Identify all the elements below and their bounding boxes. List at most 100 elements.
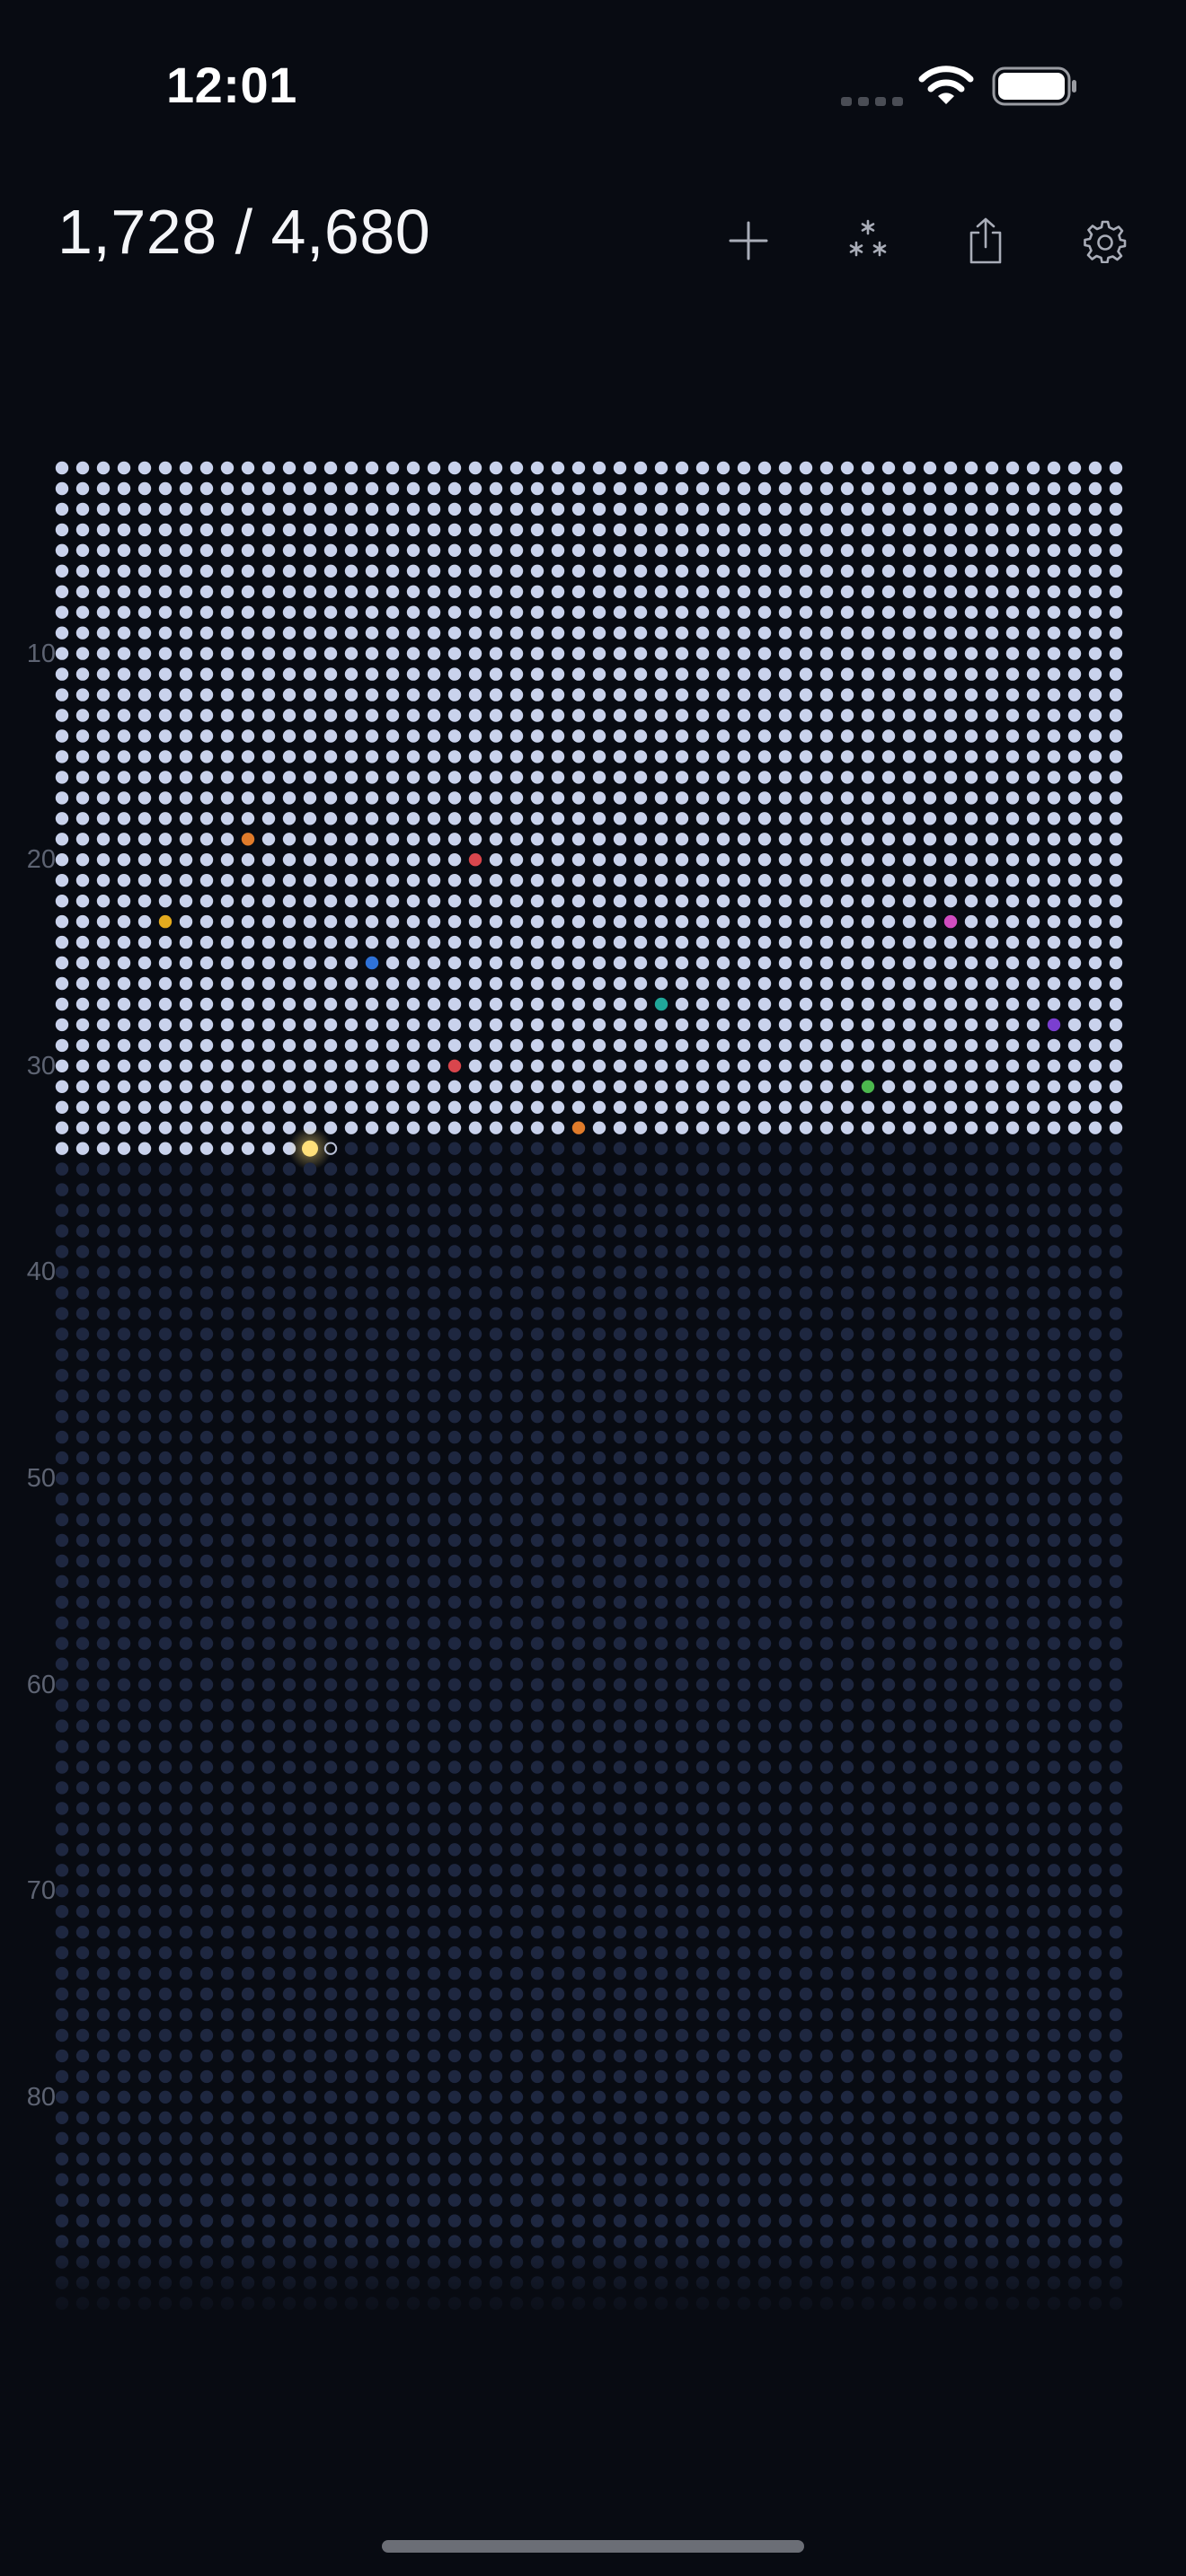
empty-dot[interactable]: [819, 1389, 834, 1403]
empty-dot[interactable]: [592, 1616, 606, 1630]
empty-dot[interactable]: [179, 1471, 193, 1486]
filled-dot[interactable]: [530, 564, 544, 578]
empty-dot[interactable]: [923, 2152, 937, 2166]
filled-dot[interactable]: [943, 1018, 958, 1032]
empty-dot[interactable]: [964, 2214, 978, 2228]
filled-dot[interactable]: [716, 771, 730, 784]
empty-dot[interactable]: [1109, 1719, 1123, 1733]
filled-dot[interactable]: [902, 481, 916, 496]
filled-dot[interactable]: [489, 833, 503, 846]
empty-dot[interactable]: [757, 1698, 772, 1712]
filled-dot[interactable]: [220, 976, 235, 991]
filled-dot[interactable]: [675, 997, 689, 1011]
empty-dot[interactable]: [1088, 1430, 1102, 1444]
empty-dot[interactable]: [861, 1183, 875, 1196]
filled-dot[interactable]: [117, 688, 131, 701]
empty-dot[interactable]: [571, 1760, 586, 1774]
empty-dot[interactable]: [55, 2049, 69, 2063]
empty-dot[interactable]: [96, 1905, 111, 1919]
filled-dot[interactable]: [675, 523, 689, 537]
empty-dot[interactable]: [509, 1575, 524, 1589]
empty-dot[interactable]: [158, 2111, 173, 2124]
empty-dot[interactable]: [530, 2049, 544, 2063]
empty-dot[interactable]: [447, 2069, 462, 2084]
filled-dot[interactable]: [716, 895, 730, 908]
filled-dot[interactable]: [551, 688, 565, 701]
empty-dot[interactable]: [551, 2235, 565, 2248]
empty-dot[interactable]: [1026, 2193, 1040, 2207]
filled-dot[interactable]: [571, 833, 586, 846]
filled-dot[interactable]: [881, 1100, 896, 1115]
empty-dot[interactable]: [695, 1781, 710, 1795]
filled-dot[interactable]: [964, 935, 978, 949]
empty-dot[interactable]: [427, 1698, 441, 1712]
empty-dot[interactable]: [530, 2069, 544, 2084]
filled-dot[interactable]: [199, 709, 214, 722]
empty-dot[interactable]: [654, 1781, 668, 1795]
empty-dot[interactable]: [633, 1678, 648, 1691]
empty-dot[interactable]: [943, 2090, 958, 2104]
empty-dot[interactable]: [861, 1616, 875, 1630]
filled-dot[interactable]: [943, 626, 958, 640]
empty-dot[interactable]: [654, 1224, 668, 1238]
empty-dot[interactable]: [179, 1781, 193, 1795]
empty-dot[interactable]: [923, 2255, 937, 2269]
empty-dot[interactable]: [675, 1905, 689, 1919]
empty-dot[interactable]: [509, 1698, 524, 1712]
filled-dot[interactable]: [778, 605, 792, 619]
empty-dot[interactable]: [819, 1595, 834, 1610]
empty-dot[interactable]: [633, 1533, 648, 1548]
empty-dot[interactable]: [323, 1410, 338, 1424]
filled-dot[interactable]: [96, 729, 111, 743]
filled-dot[interactable]: [199, 461, 214, 475]
empty-dot[interactable]: [365, 1945, 379, 1960]
filled-dot[interactable]: [282, 543, 296, 557]
empty-dot[interactable]: [137, 2193, 152, 2207]
empty-dot[interactable]: [220, 2152, 235, 2166]
filled-dot[interactable]: [303, 1018, 317, 1032]
empty-dot[interactable]: [985, 1884, 999, 1898]
filled-dot[interactable]: [220, 461, 235, 475]
filled-dot[interactable]: [861, 976, 875, 991]
empty-dot[interactable]: [985, 1369, 999, 1382]
filled-dot[interactable]: [261, 543, 276, 557]
filled-dot[interactable]: [881, 667, 896, 681]
filled-dot[interactable]: [406, 1100, 420, 1115]
empty-dot[interactable]: [220, 1369, 235, 1382]
empty-dot[interactable]: [323, 1698, 338, 1712]
empty-dot[interactable]: [323, 1843, 338, 1857]
filled-dot[interactable]: [344, 997, 358, 1011]
empty-dot[interactable]: [551, 2131, 565, 2145]
filled-dot[interactable]: [695, 729, 710, 743]
empty-dot[interactable]: [220, 1224, 235, 1238]
empty-dot[interactable]: [1088, 1987, 1102, 2001]
empty-dot[interactable]: [468, 1966, 482, 1981]
empty-dot[interactable]: [716, 1966, 730, 1981]
empty-dot[interactable]: [757, 2028, 772, 2042]
empty-dot[interactable]: [447, 2255, 462, 2269]
empty-dot[interactable]: [96, 1843, 111, 1857]
filled-dot[interactable]: [489, 1018, 503, 1032]
empty-dot[interactable]: [282, 1492, 296, 1506]
filled-dot[interactable]: [819, 1038, 834, 1053]
empty-dot[interactable]: [96, 1616, 111, 1630]
empty-dot[interactable]: [117, 2235, 131, 2248]
empty-dot[interactable]: [261, 1966, 276, 1981]
filled-dot[interactable]: [530, 833, 544, 846]
filled-dot[interactable]: [551, 647, 565, 660]
empty-dot[interactable]: [261, 1533, 276, 1548]
filled-dot[interactable]: [985, 1121, 999, 1134]
empty-dot[interactable]: [1109, 1471, 1123, 1486]
empty-dot[interactable]: [1088, 2255, 1102, 2269]
empty-dot[interactable]: [158, 2007, 173, 2022]
empty-dot[interactable]: [220, 2028, 235, 2042]
empty-dot[interactable]: [943, 1740, 958, 1753]
filled-dot[interactable]: [385, 833, 400, 846]
empty-dot[interactable]: [613, 1657, 627, 1671]
filled-dot[interactable]: [261, 750, 276, 763]
empty-dot[interactable]: [819, 2193, 834, 2207]
empty-dot[interactable]: [282, 1657, 296, 1671]
empty-dot[interactable]: [778, 2007, 792, 2022]
empty-dot[interactable]: [55, 1328, 69, 1341]
filled-dot[interactable]: [427, 1121, 441, 1134]
